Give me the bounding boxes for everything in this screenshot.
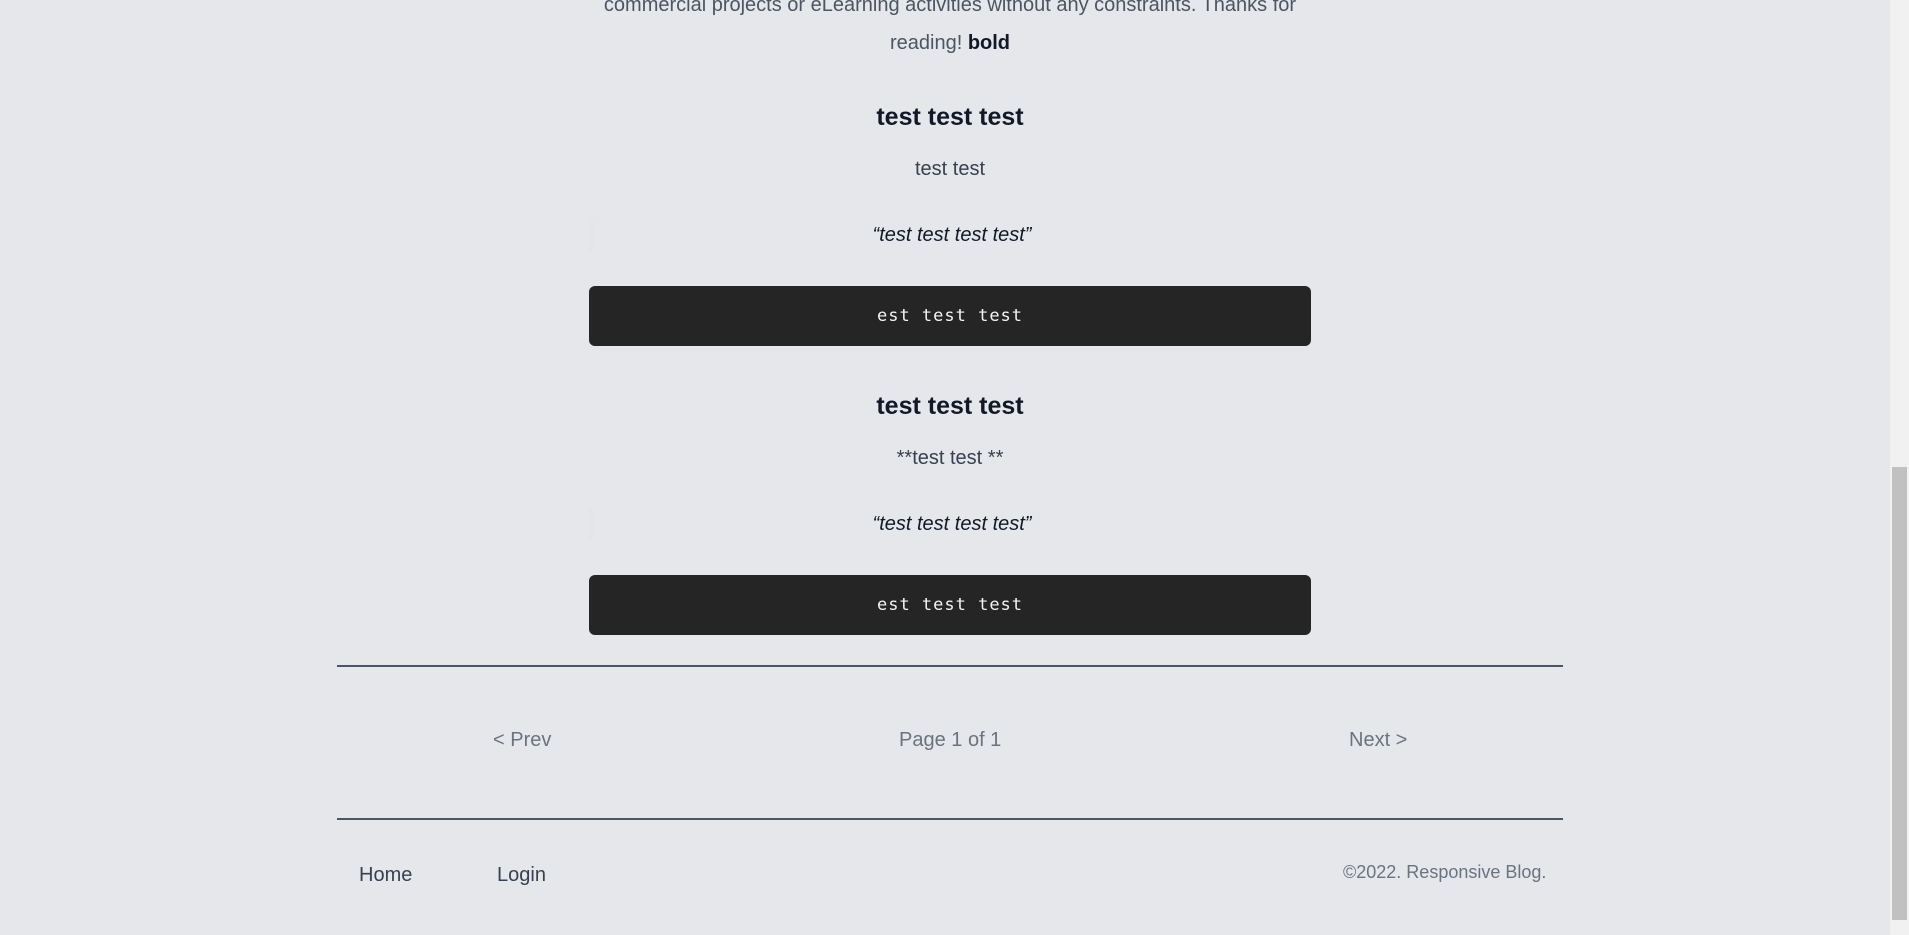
blog-post-page: commercial projects or eLearning activit…	[0, 0, 1890, 935]
pagination-top-divider	[337, 665, 1563, 667]
footer-home-link[interactable]: Home	[359, 862, 412, 888]
section-blockquote: “test test test test”	[589, 218, 1311, 252]
intro-line-2: reading!	[889, 32, 968, 54]
section-heading: test test test	[876, 103, 1024, 131]
intro-line-1: commercial projects or eLearning activit…	[603, 0, 1297, 16]
page-indicator: Page 1 of 1	[899, 729, 1002, 751]
footer-login-link[interactable]: Login	[497, 862, 546, 888]
browser-viewport: commercial projects or eLearning activit…	[0, 0, 1909, 935]
vertical-scrollbar[interactable]	[1890, 0, 1909, 935]
section-paragraph: test test	[914, 158, 986, 180]
next-page-link[interactable]: Next >	[1349, 728, 1407, 752]
footer-copyright: ©2022. Responsive Blog.	[1343, 862, 1547, 882]
section-code-block: est test test	[589, 575, 1311, 635]
prev-page-link[interactable]: < Prev	[493, 728, 551, 752]
post-intro-paragraph: commercial projects or eLearning activit…	[580, 0, 1320, 62]
footer-top-divider	[337, 818, 1563, 820]
section-paragraph: **test test **	[896, 447, 1004, 469]
section-code-block: est test test	[589, 286, 1311, 346]
scrollbar-thumb[interactable]	[1892, 467, 1907, 920]
section-heading: test test test	[876, 392, 1024, 420]
section-blockquote: “test test test test”	[589, 507, 1311, 541]
intro-bold-text: bold	[967, 32, 1011, 54]
